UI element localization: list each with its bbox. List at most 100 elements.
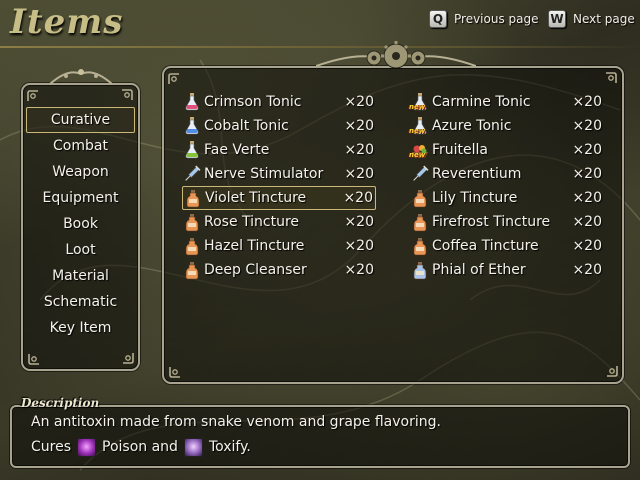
item-crimson-tonic[interactable]: Crimson Tonic ×20 [182, 90, 376, 114]
corner-ornament-top-right [605, 71, 619, 85]
description-label: Description [21, 396, 100, 410]
category-book[interactable]: Book [26, 211, 135, 237]
item-name: Hazel Tincture [204, 238, 305, 254]
item-reverentium[interactable]: Reverentium ×20 [410, 162, 604, 186]
item-quantity: ×20 [572, 190, 602, 206]
corner-ornament-bottom-left [26, 352, 40, 366]
red-potion-icon: new [409, 92, 430, 112]
syringe-icon [182, 164, 202, 184]
category-loot[interactable]: Loot [26, 237, 135, 263]
category-panel-ornament [49, 69, 113, 85]
w-key-icon: W [548, 10, 566, 28]
items-panel-gear-ornament [316, 41, 476, 68]
q-key-icon: Q [429, 10, 447, 28]
item-name: Firefrost Tincture [432, 214, 551, 230]
poison-status-label: Poison and [102, 439, 178, 455]
category-equipment[interactable]: Equipment [26, 185, 135, 211]
item-quantity: ×20 [344, 94, 374, 110]
corner-ornament-bottom-right [121, 352, 135, 366]
item-coffea-tincture[interactable]: Coffea Tincture ×20 [410, 234, 604, 258]
previous-page-label: Previous page [454, 12, 539, 26]
item-quantity: ×20 [344, 142, 374, 158]
item-fruitella[interactable]: new Fruitella ×20 [409, 138, 604, 162]
category-combat[interactable]: Combat [26, 133, 135, 159]
red-potion-icon [182, 92, 202, 112]
tincture-bottle-icon [410, 188, 430, 208]
phial-icon [410, 260, 430, 280]
items-grid: Crimson Tonic ×20 Cobalt Tonic ×20 Fae Verte… [164, 68, 626, 386]
category-list: Curative Combat Weapon Equipment Book Loot Mat… [26, 107, 135, 341]
item-name: Phial of Ether [432, 262, 526, 278]
syringe-icon [410, 164, 430, 184]
fruit-basket-icon: new [409, 140, 430, 160]
corner-ornament-top-right [121, 88, 135, 102]
item-azure-tonic[interactable]: new Azure Tonic ×20 [409, 114, 604, 138]
item-quantity: ×20 [344, 262, 374, 278]
item-name: Azure Tonic [432, 118, 512, 134]
corner-ornament-bottom-left [167, 365, 181, 379]
tincture-bottle-icon [410, 212, 430, 232]
item-name: Deep Cleanser [204, 262, 307, 278]
next-page-button[interactable]: W Next page [548, 9, 635, 29]
items-panel: Crimson Tonic ×20 Cobalt Tonic ×20 Fae Verte… [162, 66, 624, 384]
item-cobalt-tonic[interactable]: Cobalt Tonic ×20 [182, 114, 376, 138]
corner-ornament-top-left [26, 88, 40, 102]
item-quantity: ×20 [343, 190, 373, 206]
poison-status-icon [77, 437, 97, 457]
item-rose-tincture[interactable]: Rose Tincture ×20 [182, 210, 376, 234]
item-quantity: ×20 [572, 94, 602, 110]
blue-potion-icon: new [409, 116, 430, 136]
toxify-status-label: Toxify. [208, 439, 251, 455]
item-quantity: ×20 [344, 238, 374, 254]
item-name: Violet Tincture [205, 190, 307, 206]
tincture-bottle-icon [183, 188, 203, 208]
item-name: Fae Verte [204, 142, 270, 158]
tincture-bottle-icon [182, 212, 202, 232]
item-phial-of-ether[interactable]: Phial of Ether ×20 [410, 258, 604, 282]
item-name: Fruitella [432, 142, 489, 158]
description-cures-line: Cures Poison and Toxify. [31, 437, 251, 457]
item-quantity: ×20 [572, 214, 602, 230]
category-schematic[interactable]: Schematic [26, 289, 135, 315]
tincture-bottle-icon [182, 236, 202, 256]
new-badge: new [409, 103, 426, 111]
item-carmine-tonic[interactable]: new Carmine Tonic ×20 [409, 90, 604, 114]
corner-ornament-bottom-right [605, 365, 619, 379]
page-title: Items [10, 2, 124, 42]
item-hazel-tincture[interactable]: Hazel Tincture ×20 [182, 234, 376, 258]
item-deep-cleanser[interactable]: Deep Cleanser ×20 [182, 258, 376, 282]
item-quantity: ×20 [572, 118, 602, 134]
green-potion-icon [182, 140, 202, 160]
tincture-bottle-icon [182, 260, 202, 280]
item-quantity: ×20 [344, 118, 374, 134]
new-badge: new [409, 151, 426, 159]
description-text: An antitoxin made from snake venom and g… [31, 414, 441, 430]
item-name: Cobalt Tonic [204, 118, 289, 134]
item-firefrost-tincture[interactable]: Firefrost Tincture ×20 [410, 210, 604, 234]
item-name: Lily Tincture [432, 190, 518, 206]
tincture-bottle-icon [410, 236, 430, 256]
category-material[interactable]: Material [26, 263, 135, 289]
item-violet-tincture[interactable]: Violet Tincture ×20 [182, 186, 376, 210]
item-lily-tincture[interactable]: Lily Tincture ×20 [410, 186, 604, 210]
item-fae-verte[interactable]: Fae Verte ×20 [182, 138, 376, 162]
category-curative[interactable]: Curative [26, 107, 135, 133]
item-name: Crimson Tonic [204, 94, 302, 110]
item-nerve-stimulator[interactable]: Nerve Stimulator ×20 [182, 162, 376, 186]
next-page-label: Next page [573, 12, 635, 26]
item-quantity: ×20 [344, 214, 374, 230]
toxify-status-icon [183, 437, 203, 457]
item-quantity: ×20 [572, 142, 602, 158]
item-quantity: ×20 [344, 166, 374, 182]
corner-ornament-top-left [167, 71, 181, 85]
item-name: Carmine Tonic [432, 94, 531, 110]
item-name: Coffea Tincture [432, 238, 539, 254]
item-name: Nerve Stimulator [204, 166, 324, 182]
item-quantity: ×20 [572, 166, 602, 182]
previous-page-button[interactable]: Q Previous page [429, 9, 539, 29]
blue-potion-icon [182, 116, 202, 136]
category-weapon[interactable]: Weapon [26, 159, 135, 185]
category-panel: Curative Combat Weapon Equipment Book Loot Mat… [21, 83, 140, 371]
item-name: Rose Tincture [204, 214, 300, 230]
category-key-item[interactable]: Key Item [26, 315, 135, 341]
